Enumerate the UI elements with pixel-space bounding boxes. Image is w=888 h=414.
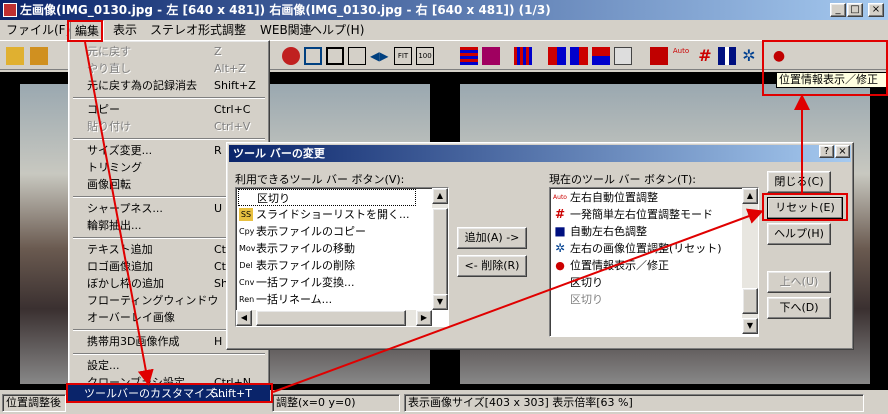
arrow-customize-to-reset [272,208,764,393]
arrow-edit-to-customize [84,41,154,386]
annotation-arrows [84,41,810,393]
